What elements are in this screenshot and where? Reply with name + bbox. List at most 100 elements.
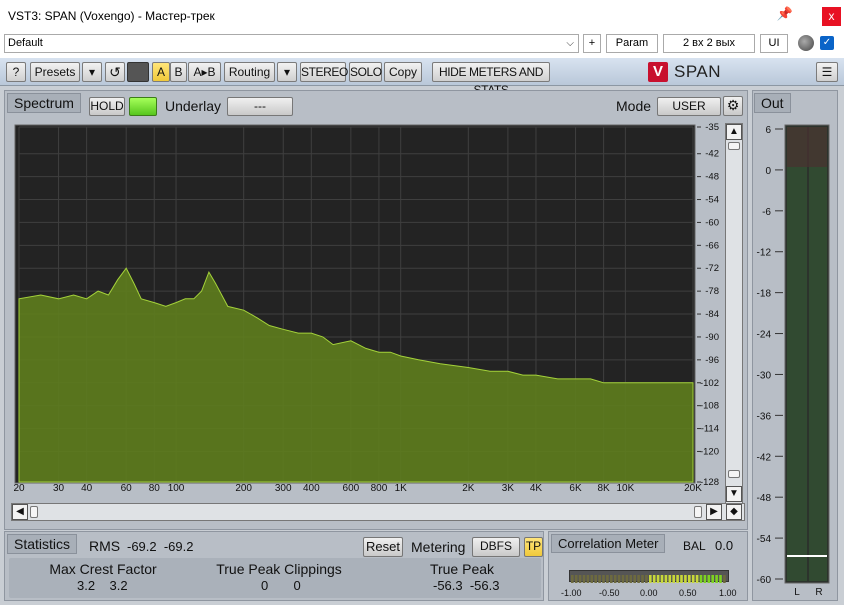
reset-zoom-button[interactable]: ◆ [726, 504, 742, 520]
horizontal-scroll-thumb[interactable] [30, 506, 38, 518]
correlation-led [699, 575, 703, 583]
menu-button[interactable]: ☰ [816, 62, 838, 82]
out-scale-label: -18 [757, 289, 772, 300]
scroll-left-button[interactable]: ◀ [12, 504, 28, 520]
correlation-led [590, 575, 594, 583]
hamburger-icon: ☰ [821, 65, 833, 79]
wet-knob[interactable] [798, 35, 814, 51]
correlation-led [574, 575, 578, 583]
correlation-led [617, 575, 621, 583]
bal-label: BAL [683, 539, 706, 553]
correlation-led [571, 575, 574, 583]
true-peak-clippings-label: True Peak Clippings [216, 561, 342, 577]
undo-icon: ↺ [109, 64, 121, 80]
y-tick-label: -48 [705, 172, 719, 183]
logo: V SPAN [648, 61, 721, 83]
vertical-scroll-thumb[interactable] [728, 142, 740, 150]
out-scale-label: -36 [757, 411, 772, 422]
y-tick-label: -78 [705, 286, 719, 297]
true-peak-button[interactable]: TP [524, 537, 543, 557]
vertical-scroll-thumb-bottom[interactable] [728, 470, 740, 478]
close-button[interactable]: x [822, 7, 841, 26]
redo-button[interactable] [127, 62, 149, 82]
x-tick-label: 800 [371, 483, 388, 494]
enable-checkbox[interactable]: ✓ [820, 36, 834, 50]
y-tick-label: -114 [701, 424, 719, 435]
routing-dropdown-button[interactable]: ▾ [277, 62, 297, 82]
horizontal-scrollbar[interactable]: ◀ ▶ ◆ [11, 503, 745, 521]
output-meter-panel: Out 6 0 -6 -12 -18 -24 -30 -36 -42 -48 -54 -60 L R [752, 90, 838, 601]
plugin-toolbar: ? Presets ▾ ↺ A B A▸B Routing ▾ STEREO S… [0, 58, 844, 97]
add-preset-button[interactable]: + [583, 34, 601, 53]
out-scale-label: -54 [757, 534, 772, 545]
hide-meters-button[interactable]: HIDE METERS AND STATS [432, 62, 550, 97]
out-scale-label: -30 [757, 370, 772, 381]
preset-select[interactable]: Default ⌵ [4, 34, 579, 53]
scroll-down-button[interactable]: ▼ [726, 486, 742, 502]
presets-dropdown-button[interactable]: ▾ [82, 62, 102, 82]
correlation-led [723, 575, 726, 583]
correlation-led [606, 575, 609, 583]
corr-scale-4: 1.00 [719, 588, 737, 598]
x-tick-label: 100 [168, 483, 185, 494]
correlation-led [586, 575, 590, 583]
x-tick-label: 8K [597, 483, 610, 494]
true-peak-clippings-values: 0 0 [261, 578, 301, 593]
out-scale-label: -42 [757, 452, 772, 463]
plugin-area: ? Presets ▾ ↺ A B A▸B Routing ▾ STEREO S… [0, 58, 844, 605]
y-tick-label: -42 [705, 149, 719, 160]
y-tick-label: -54 [705, 195, 719, 206]
correlation-led [625, 575, 629, 583]
solo-button[interactable]: SOLO [349, 62, 382, 82]
io-button[interactable]: 2 вх 2 вых [663, 34, 755, 53]
dropdown-arrow-icon: ▾ [283, 65, 291, 79]
correlation-led [645, 575, 648, 583]
help-button[interactable]: ? [6, 62, 26, 82]
reset-button[interactable]: Reset [363, 537, 403, 557]
correlation-led [578, 575, 582, 583]
x-tick-label: 40 [81, 483, 93, 494]
presets-button[interactable]: Presets [30, 62, 80, 82]
preset-select-value: Default [8, 37, 43, 49]
vertical-scrollbar[interactable]: ▲ ▼ [725, 123, 743, 504]
correlation-led [649, 575, 652, 583]
pin-icon[interactable]: 📌 [776, 6, 794, 24]
copy-a-to-b-button[interactable]: A▸B [188, 62, 221, 82]
window-titlebar: VST3: SPAN (Voxengo) - Мастер-трек 📌 x [0, 0, 844, 32]
statistics-panel: Statistics RMS -69.2 -69.2 Reset Meterin… [4, 531, 544, 601]
y-tick-label: -66 [705, 240, 719, 251]
y-tick-label: -84 [705, 309, 719, 320]
horizontal-scroll-thumb-right[interactable] [694, 506, 702, 518]
correlation-led [652, 575, 656, 583]
x-tick-label: 80 [149, 483, 161, 494]
correlation-led [633, 575, 636, 583]
corr-scale-0: -1.00 [561, 588, 582, 598]
dbfs-button[interactable]: DBFS [472, 537, 520, 557]
copy-button[interactable]: Copy [384, 62, 422, 82]
correlation-meter-panel: Correlation Meter BAL 0.0 -1.00 -0.50 0.… [548, 531, 748, 601]
spectrum-chart[interactable]: 20 30 40 60 80 100 200 300 400 600 800 1K 2K 3K 4K 6K 8K… [5, 91, 749, 531]
y-tick-label: -108 [700, 401, 719, 412]
stereo-button[interactable]: STEREO [300, 62, 348, 82]
preset-a-button[interactable]: A [152, 62, 170, 82]
correlation-led [602, 575, 605, 583]
correlation-led [582, 575, 586, 583]
preset-b-button[interactable]: B [170, 62, 187, 82]
rms-values: -69.2 -69.2 [127, 539, 194, 554]
correlation-led [719, 575, 722, 583]
correlation-led [680, 575, 683, 583]
ui-button[interactable]: UI [760, 34, 788, 53]
param-button[interactable]: Param [606, 34, 658, 53]
scroll-up-button[interactable]: ▲ [726, 124, 742, 140]
correlation-led [629, 575, 633, 583]
routing-button[interactable]: Routing [224, 62, 275, 82]
meter-channel-r [809, 127, 827, 581]
x-tick-label: 10K [616, 483, 634, 494]
correlation-led [691, 575, 695, 583]
undo-button[interactable]: ↺ [105, 62, 125, 82]
correlation-led [594, 575, 597, 583]
x-tick-label: 30 [53, 483, 65, 494]
x-tick-label: 6K [569, 483, 582, 494]
correlation-led [688, 575, 691, 583]
scroll-right-button[interactable]: ▶ [706, 504, 722, 520]
